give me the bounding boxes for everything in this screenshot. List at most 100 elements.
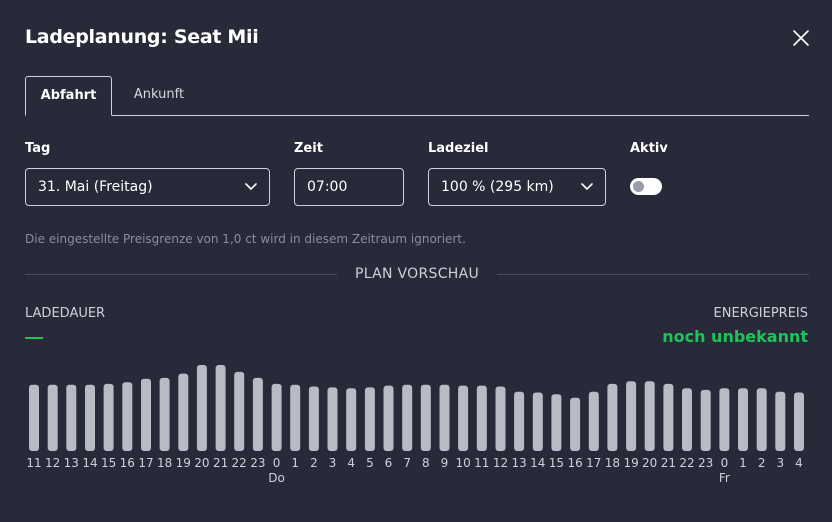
- x-tick-label: 11: [26, 456, 41, 470]
- x-tick-label: 17: [586, 456, 601, 470]
- chart-bar: [122, 382, 133, 451]
- chart-bar: [775, 391, 786, 451]
- x-tick-label: 12: [493, 456, 508, 470]
- x-tick-label: 23: [698, 456, 713, 470]
- tab-abfahrt[interactable]: Abfahrt: [25, 76, 112, 116]
- chart-bar: [215, 365, 226, 451]
- x-tick-label: 0: [721, 456, 729, 470]
- price-limit-hint: Die eingestellte Preisgrenze von 1,0 ct …: [25, 232, 466, 246]
- chart-bar: [420, 384, 431, 451]
- chart-bar: [514, 391, 525, 451]
- energy-price-label: ENERGIEPREIS: [713, 306, 808, 321]
- chart-bar: [234, 371, 245, 451]
- chart-bar: [588, 391, 599, 451]
- chart-bar: [66, 384, 77, 451]
- x-tick-label: 4: [795, 456, 803, 470]
- x-tick-label: 3: [776, 456, 784, 470]
- chart-bar: [532, 392, 543, 451]
- day-select-value: 31. Mai (Freitag): [38, 179, 153, 195]
- x-tick-label: 16: [120, 456, 135, 470]
- x-tick-label: 7: [403, 456, 411, 470]
- x-tick-label: 2: [758, 456, 766, 470]
- chart-bar: [682, 388, 692, 451]
- x-tick-label: 8: [422, 456, 430, 470]
- x-tick-label: 18: [157, 456, 172, 470]
- x-tick-label: 22: [232, 456, 247, 470]
- close-icon[interactable]: [790, 27, 812, 49]
- chart-bar: [439, 384, 450, 451]
- target-select[interactable]: 100 % (295 km): [428, 168, 606, 206]
- chart-bar: [178, 373, 189, 451]
- tab-ankunft[interactable]: Ankunft: [121, 76, 197, 114]
- x-tick-label: 3: [329, 456, 337, 470]
- x-tick-label: 13: [511, 456, 526, 470]
- price-chart: 11 12 13 14 15 16 17 18 19 20 21 22 23 0 1 2 3 4 5 6 7 8 9 10 11…: [26, 365, 804, 485]
- x-tick-label: 20: [194, 456, 209, 470]
- target-select-value: 100 % (295 km): [441, 179, 554, 195]
- x-tick-label: 13: [64, 456, 79, 470]
- chart-bar: [141, 378, 151, 451]
- chart-bar: [364, 387, 375, 451]
- chart-bar: [700, 389, 711, 451]
- active-label: Aktiv: [630, 141, 668, 156]
- target-label: Ladeziel: [428, 141, 489, 156]
- chart-bar: [607, 383, 618, 451]
- charge-duration-label: LADEDAUER: [25, 306, 106, 321]
- plan-preview-heading: PLAN VORSCHAU: [354, 266, 480, 282]
- chart-bar: [159, 377, 170, 451]
- time-label: Zeit: [294, 141, 323, 156]
- chart-bar: [570, 397, 581, 451]
- x-tick-label: 21: [213, 456, 228, 470]
- chevron-down-icon: [245, 183, 257, 190]
- tab-bar: Abfahrt Ankunft: [25, 76, 809, 116]
- x-tick-label: 12: [45, 456, 60, 470]
- chart-bar: [290, 384, 301, 451]
- chart-bar: [402, 384, 413, 451]
- chart-bar: [271, 383, 282, 451]
- time-input[interactable]: 07:00: [294, 168, 404, 206]
- chart-bar: [719, 388, 730, 451]
- x-tick-label: 1: [739, 456, 747, 470]
- x-tick-label: 6: [385, 456, 393, 470]
- chart-bar: [476, 385, 487, 451]
- day-label: Tag: [25, 141, 51, 156]
- chart-bar: [626, 381, 637, 451]
- x-tick-label: 2: [310, 456, 318, 470]
- x-tick-label: 14: [530, 456, 545, 470]
- chart-bar: [29, 384, 39, 451]
- chart-bar: [103, 383, 114, 451]
- chart-bar: [644, 381, 655, 451]
- x-tick-label: 4: [347, 456, 355, 470]
- x-tick-label: 10: [455, 456, 470, 470]
- x-tick-label: 15: [549, 456, 564, 470]
- day-label: Do: [268, 471, 285, 485]
- x-tick-label: 22: [679, 456, 694, 470]
- chart-bar: [551, 394, 562, 451]
- day-select[interactable]: 31. Mai (Freitag): [25, 168, 270, 206]
- day-label: Fr: [719, 471, 730, 485]
- chart-bar: [308, 386, 319, 451]
- dialog-title: Ladeplanung: Seat Mii: [25, 26, 259, 48]
- chart-bar: [47, 384, 58, 451]
- x-tick-label: 5: [366, 456, 374, 470]
- x-tick-label: 11: [474, 456, 489, 470]
- chart-bar: [495, 386, 506, 451]
- x-tick-label: 21: [661, 456, 676, 470]
- chart-bar: [794, 392, 804, 451]
- chart-bar: [458, 385, 469, 451]
- chart-bar: [252, 377, 263, 451]
- active-toggle[interactable]: [630, 178, 662, 195]
- chevron-down-icon: [581, 183, 593, 190]
- x-tick-label: 17: [138, 456, 153, 470]
- x-tick-label: 0: [273, 456, 281, 470]
- x-tick-label: 14: [82, 456, 97, 470]
- chart-bar: [346, 388, 357, 451]
- x-tick-label: 19: [176, 456, 191, 470]
- toggle-knob: [633, 181, 644, 192]
- chart-bar: [663, 383, 674, 451]
- energy-price-value: noch unbekannt: [662, 327, 808, 346]
- x-tick-label: 23: [250, 456, 265, 470]
- x-tick-label: 1: [291, 456, 299, 470]
- chart-bar: [756, 388, 767, 451]
- chart-bar: [196, 365, 207, 451]
